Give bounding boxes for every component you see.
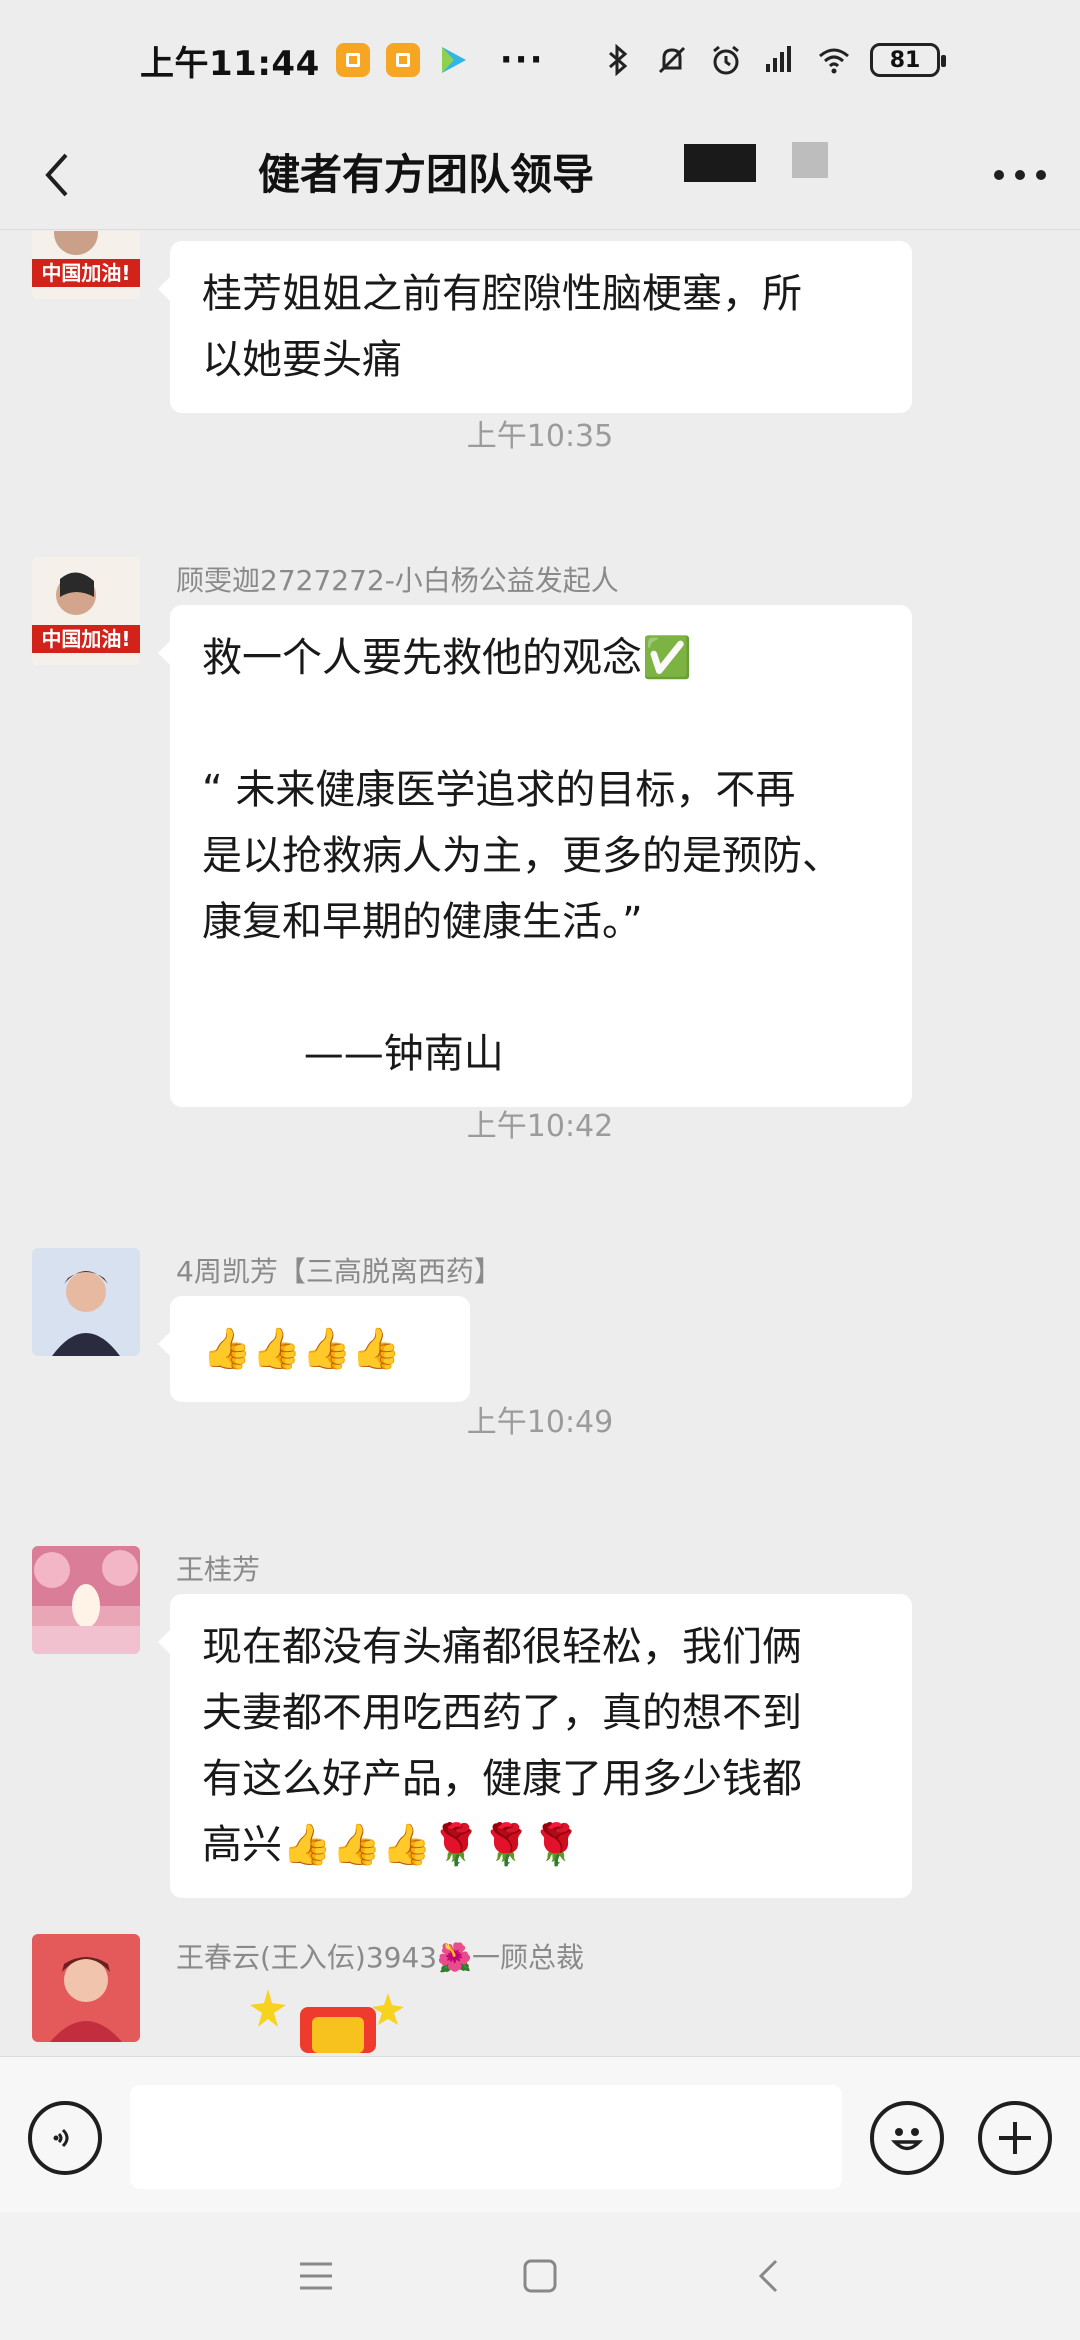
chevron-left-icon: [45, 153, 68, 197]
bluetooth-icon: [609, 43, 628, 77]
sender-name: 顾雯迦2727272-小白杨公益发起人: [176, 564, 619, 597]
sender-name: 王春云(王入伝)3943🌺一顾总裁: [176, 1941, 584, 1974]
wifi-icon: [819, 48, 849, 74]
avatar[interactable]: [32, 1934, 140, 2042]
chat-message-list[interactable]: 中国加油! 桂芳姐姐之前有腔隙性脑梗塞，所 以她要头痛 上午10:35 中国加油…: [0, 231, 1080, 2055]
message-bubble[interactable]: 👍👍👍👍: [158, 1296, 470, 1402]
avatar-banner-text: 中国加油!: [41, 627, 130, 651]
back-button[interactable]: [30, 148, 84, 202]
sender-name: 王桂芳: [176, 1553, 261, 1586]
avatar[interactable]: [32, 1248, 140, 1356]
battery-icon: 81: [870, 43, 946, 77]
sender-name: 4周凯芳【三高脱离西药】: [176, 1255, 502, 1288]
avatar[interactable]: [32, 1546, 140, 1654]
notification-app-icon: [335, 43, 370, 77]
message-text: 救一个人要先救他的观念✅ “ 未来健康医学追求的目标，不再 是以抢救病人为主，更…: [202, 635, 842, 1077]
chat-title: 健者有方团队领导: [258, 150, 595, 199]
chat-header: 健者有方团队领导: [0, 120, 1080, 230]
message-text: 桂芳姐姐之前有腔隙性脑梗塞，所 以她要头痛: [202, 271, 802, 383]
voice-icon: [53, 2128, 69, 2148]
redacted-block-gray: [792, 142, 828, 178]
chevron-left-icon: [758, 2259, 778, 2293]
home-button[interactable]: [514, 2250, 566, 2302]
video-app-icon: [436, 43, 470, 77]
message-timestamp: 上午10:42: [466, 1109, 614, 1144]
system-back-button[interactable]: [742, 2250, 794, 2302]
emoji-button[interactable]: [870, 2101, 944, 2175]
square-icon: [523, 2259, 557, 2293]
status-left: 上午11:44 ···: [140, 36, 544, 85]
redacted-block: [684, 144, 756, 182]
message-bubble[interactable]: 救一个人要先救他的观念✅ “ 未来健康医学追求的目标，不再 是以抢救病人为主，更…: [158, 605, 912, 1107]
status-more-icon: ···: [499, 40, 545, 80]
notification-app-icon-2: [385, 43, 420, 77]
sticker[interactable]: [230, 1983, 450, 2053]
message-bubble[interactable]: 现在都没有头痛都很轻松，我们俩 夫妻都不用吃西药了，真的想不到 有这么好产品，健…: [158, 1594, 912, 1898]
avatar[interactable]: 中国加油!: [32, 557, 140, 665]
signal-icon: [766, 46, 791, 72]
avatar[interactable]: 中国加油!: [32, 231, 140, 299]
message-timestamp: 上午10:49: [466, 1405, 614, 1440]
status-bar: 上午11:44 ··· 81: [0, 0, 1080, 120]
voice-input-button[interactable]: [28, 2101, 102, 2175]
message-text: 现在都没有头痛都很轻松，我们俩 夫妻都不用吃西药了，真的想不到 有这么好产品，健…: [202, 1624, 802, 1868]
plus-icon: [999, 2122, 1031, 2154]
alarm-icon: [713, 45, 739, 75]
menu-icon: [300, 2262, 332, 2290]
message-text: 👍👍👍👍: [202, 1326, 402, 1372]
status-right: 81: [600, 42, 946, 78]
more-options-button[interactable]: [990, 148, 1050, 202]
more-functions-button[interactable]: [978, 2101, 1052, 2175]
smiley-icon: [891, 2128, 923, 2151]
message-bubble[interactable]: 桂芳姐姐之前有腔隙性脑梗塞，所 以她要头痛: [158, 241, 912, 413]
message-timestamp: 上午10:35: [466, 419, 614, 454]
recent-apps-button[interactable]: [290, 2250, 342, 2302]
more-dots-icon: [994, 170, 1046, 180]
input-bar: [0, 2056, 1080, 2212]
system-navigation-bar: [0, 2212, 1080, 2340]
mute-icon: [658, 46, 686, 74]
message-input[interactable]: [130, 2085, 842, 2189]
status-time: 上午11:44: [140, 43, 320, 84]
avatar-banner-text: 中国加油!: [41, 261, 130, 285]
